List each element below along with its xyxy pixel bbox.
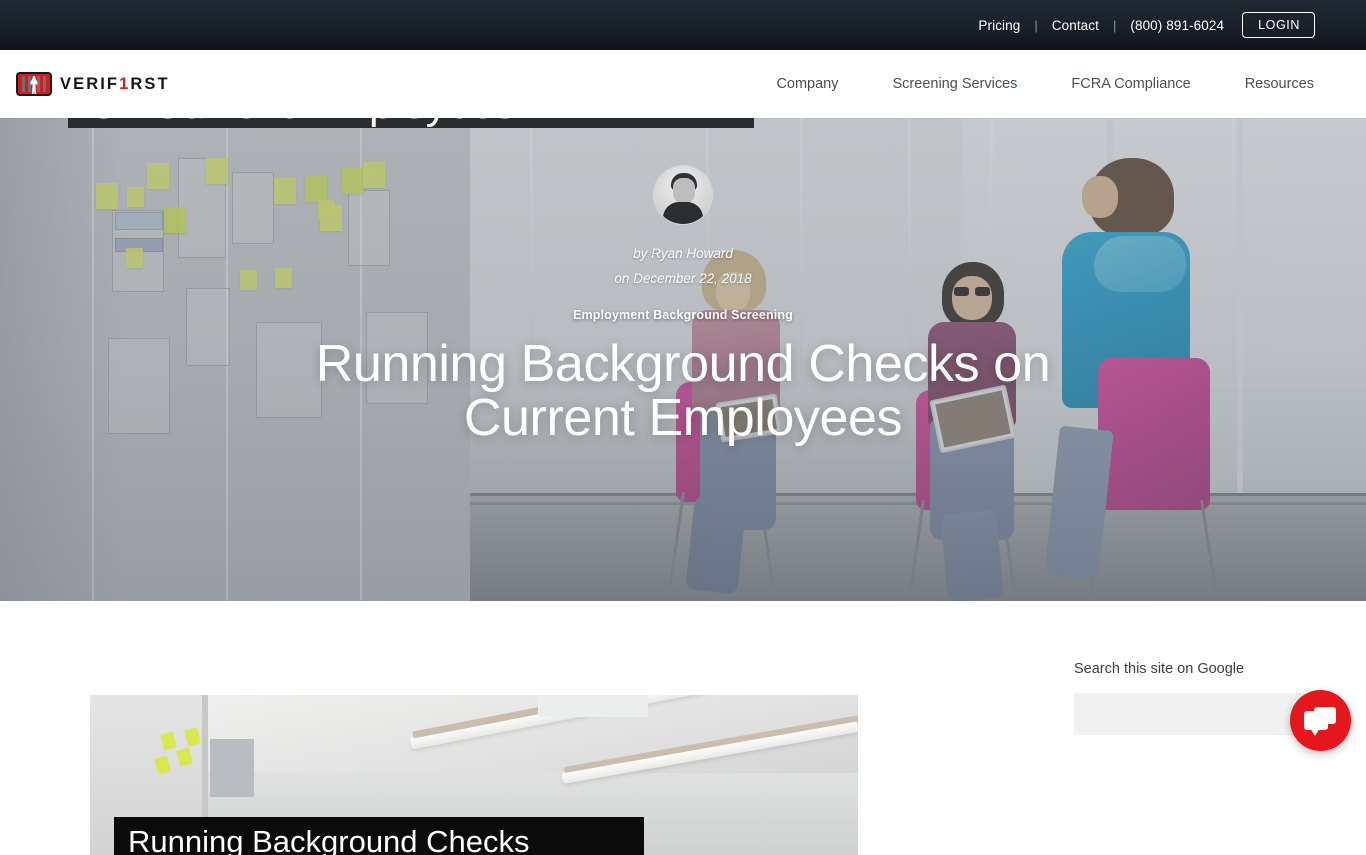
logo-text-one: 1 <box>119 74 131 93</box>
logo-text-left: VERIF <box>60 74 120 93</box>
utility-link-contact[interactable]: Contact <box>1052 18 1099 33</box>
utility-bar: Pricing | Contact | (800) 891-6024 LOGIN <box>0 0 1366 50</box>
utility-separator-1: | <box>1034 17 1038 33</box>
search-label: Search this site on Google <box>1074 661 1245 677</box>
author-byline: by Ryan Howard <box>633 246 733 261</box>
main-navigation: Company Screening Services FCRA Complian… <box>749 50 1314 118</box>
chat-bubble-icon[interactable] <box>1290 690 1351 751</box>
post-preview-title: Running Background Checks <box>114 817 644 855</box>
utility-separator-2: | <box>1112 17 1117 33</box>
logo-text-right: RST <box>130 74 170 93</box>
site-header: VERIF1RST Company Screening Services FCR… <box>0 50 1366 118</box>
nav-item-screening-services[interactable]: Screening Services <box>866 76 1045 92</box>
site-logo[interactable]: VERIF1RST <box>16 72 170 96</box>
login-button[interactable]: LOGIN <box>1242 11 1315 39</box>
post-preview-card[interactable]: Running Background Checks <box>90 695 858 855</box>
post-category[interactable]: Employment Background Screening <box>0 308 1366 322</box>
logo-wordmark: VERIF1RST <box>60 75 170 94</box>
utility-bar-items: Pricing | Contact | (800) 891-6024 LOGIN <box>978 0 1315 50</box>
verifirst-logo-icon <box>16 72 52 96</box>
chat-bubble-tail <box>1310 728 1320 736</box>
nav-item-company[interactable]: Company <box>749 76 865 92</box>
utility-link-phone[interactable]: (800) 891-6024 <box>1130 18 1224 33</box>
author-avatar <box>654 166 712 224</box>
publish-date: on December 22, 2018 <box>614 271 752 287</box>
nav-item-fcra-compliance[interactable]: FCRA Compliance <box>1044 76 1217 92</box>
nav-item-resources[interactable]: Resources <box>1218 76 1314 92</box>
utility-link-pricing[interactable]: Pricing <box>978 18 1020 33</box>
page-title: Running Background Checks on Current Emp… <box>315 335 1051 448</box>
